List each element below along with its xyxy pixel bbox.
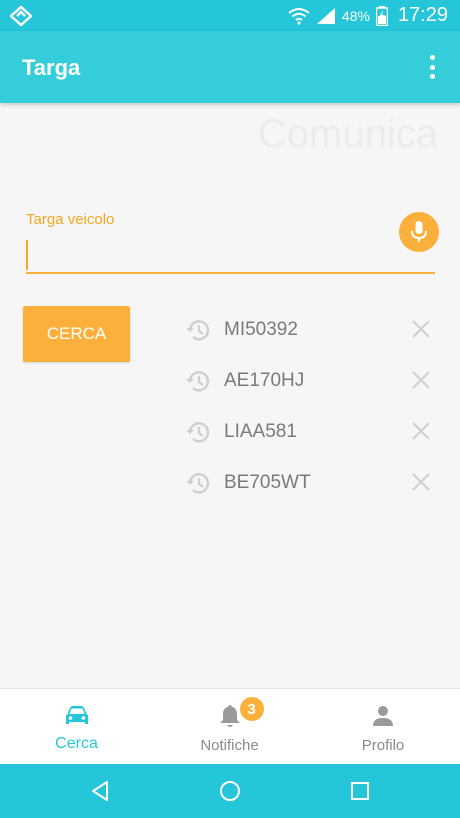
battery-charging-icon bbox=[375, 5, 388, 26]
bottom-navigation: Cerca 3 Notifiche Profilo bbox=[0, 688, 460, 764]
history-icon bbox=[184, 468, 214, 498]
history-plate: BE705WT bbox=[224, 471, 311, 493]
microphone-icon bbox=[411, 221, 427, 242]
system-navigation-bar bbox=[0, 764, 460, 818]
car-icon bbox=[64, 703, 90, 729]
notification-badge: 3 bbox=[237, 695, 266, 723]
watermark-text: Comunica bbox=[257, 112, 438, 156]
nav-item-notifiche[interactable]: 3 Notifiche bbox=[153, 689, 306, 765]
history-item[interactable]: MI50392 bbox=[184, 304, 446, 355]
history-icon bbox=[184, 366, 214, 396]
history-plate: LIAA581 bbox=[224, 420, 297, 442]
bell-icon: 3 bbox=[218, 695, 266, 729]
history-plate: MI50392 bbox=[224, 318, 298, 340]
text-cursor bbox=[26, 240, 28, 270]
nav-item-profilo[interactable]: Profilo bbox=[306, 689, 460, 765]
app-bar: Targa bbox=[0, 31, 460, 103]
nav-label: Notifiche bbox=[200, 737, 259, 754]
plate-input[interactable] bbox=[26, 236, 435, 274]
overflow-menu-icon[interactable] bbox=[422, 53, 442, 81]
back-icon[interactable] bbox=[88, 779, 112, 803]
history-item[interactable]: LIAA581 bbox=[184, 406, 446, 457]
app-logo-icon bbox=[10, 6, 32, 26]
wifi-icon bbox=[288, 7, 310, 25]
clock: 17:29 bbox=[397, 4, 448, 26]
history-item[interactable]: AE170HJ bbox=[184, 355, 446, 406]
search-button[interactable]: CERCA bbox=[23, 306, 130, 362]
history-plate: AE170HJ bbox=[224, 369, 305, 391]
history-icon bbox=[184, 315, 214, 345]
history-item[interactable]: BE705WT bbox=[184, 457, 446, 508]
history-icon bbox=[184, 417, 214, 447]
page-title: Targa bbox=[22, 55, 81, 80]
close-icon[interactable] bbox=[410, 420, 432, 442]
status-bar: 48% 17:29 bbox=[0, 0, 460, 31]
close-icon[interactable] bbox=[410, 471, 432, 493]
close-icon[interactable] bbox=[410, 369, 432, 391]
home-icon[interactable] bbox=[218, 779, 242, 803]
nav-label: Profilo bbox=[361, 737, 405, 754]
voice-input-button[interactable] bbox=[399, 212, 439, 252]
signal-icon bbox=[316, 7, 335, 24]
close-icon[interactable] bbox=[410, 318, 432, 340]
person-icon bbox=[371, 703, 395, 729]
nav-label: Cerca bbox=[55, 735, 98, 752]
search-history-list: MI50392 AE170HJ LIAA581 BE705WT bbox=[184, 304, 446, 508]
recents-icon[interactable] bbox=[348, 779, 372, 803]
nav-item-cerca[interactable]: Cerca bbox=[0, 689, 153, 765]
plate-field-label: Targa veicolo bbox=[26, 211, 115, 228]
battery-percent: 48% bbox=[341, 7, 370, 24]
